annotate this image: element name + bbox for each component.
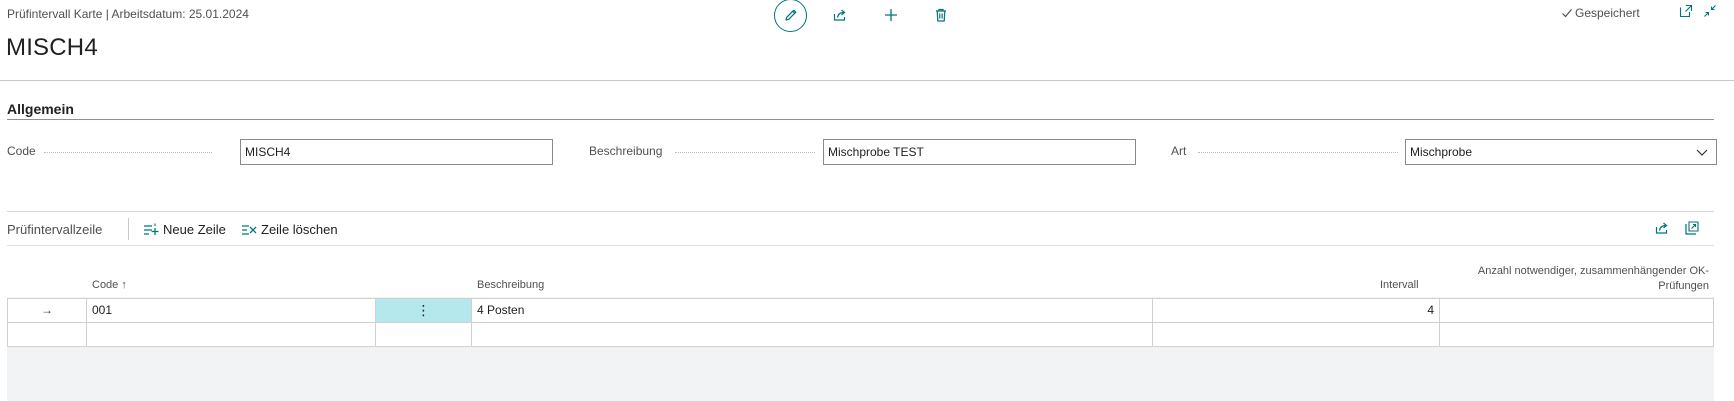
column-header-required-ok[interactable]: Anzahl notwendiger, zusammenhängender OK… bbox=[1409, 264, 1709, 294]
pencil-icon bbox=[784, 9, 796, 21]
description-field[interactable]: Mischprobe TEST bbox=[823, 139, 1136, 165]
type-select[interactable]: Mischprobe bbox=[1405, 139, 1717, 165]
share-button[interactable] bbox=[828, 3, 852, 27]
toolbar-separator bbox=[128, 218, 129, 240]
row-marker-icon: → bbox=[7, 298, 87, 323]
delete-button[interactable] bbox=[929, 3, 953, 27]
column-header-code[interactable]: Code ↑ bbox=[92, 279, 127, 291]
type-select-value: Mischprobe bbox=[1410, 145, 1473, 159]
header-divider bbox=[0, 80, 1734, 81]
saved-label: Gespeichert bbox=[1575, 6, 1640, 20]
row-marker bbox=[7, 322, 87, 347]
page-title: MISCH4 bbox=[6, 34, 98, 61]
cell-required-ok[interactable] bbox=[1440, 322, 1714, 347]
new-line-icon bbox=[144, 223, 159, 235]
cell-interval[interactable]: 4 bbox=[1153, 298, 1440, 323]
code-leader-dots bbox=[44, 152, 212, 153]
cell-interval[interactable] bbox=[1153, 322, 1440, 347]
plus-icon bbox=[885, 9, 897, 21]
cell-menu[interactable] bbox=[376, 322, 472, 347]
sort-ascending-icon: ↑ bbox=[121, 279, 127, 291]
checkmark-icon bbox=[1562, 9, 1572, 18]
section-underline bbox=[7, 119, 1714, 120]
open-new-window-icon[interactable] bbox=[1679, 4, 1693, 18]
cell-description[interactable] bbox=[472, 322, 1153, 347]
delete-line-icon bbox=[242, 224, 257, 235]
cell-code[interactable] bbox=[87, 322, 376, 347]
trash-icon bbox=[936, 8, 946, 22]
table-row[interactable]: → 001 ⋮ 4 Posten 4 bbox=[7, 298, 1714, 323]
lines-title[interactable]: Prüfintervallzeile bbox=[7, 222, 102, 237]
cell-description[interactable]: 4 Posten bbox=[472, 298, 1153, 323]
lines-toolbar-right bbox=[1654, 220, 1700, 236]
cell-code[interactable]: 001 bbox=[87, 298, 376, 323]
share-icon[interactable] bbox=[1654, 220, 1670, 236]
saved-status: Gespeichert bbox=[1561, 6, 1640, 20]
code-label: Code bbox=[7, 144, 36, 158]
chevron-down-icon bbox=[1696, 149, 1708, 156]
type-label: Art bbox=[1171, 144, 1187, 158]
section-divider bbox=[7, 211, 1714, 212]
section-title-general[interactable]: Allgemein bbox=[7, 101, 74, 117]
lines-toolbar-divider bbox=[7, 245, 1714, 246]
column-header-description[interactable]: Beschreibung bbox=[477, 279, 544, 291]
cell-required-ok[interactable] bbox=[1440, 298, 1714, 323]
delete-line-button[interactable]: Zeile löschen bbox=[241, 222, 338, 237]
delete-line-label: Zeile löschen bbox=[261, 222, 338, 237]
collapse-icon[interactable] bbox=[1703, 4, 1717, 18]
column-header-required-ok-line1: Anzahl notwendiger, zusammenhängender OK… bbox=[1477, 265, 1709, 277]
new-line-button[interactable]: Neue Zeile bbox=[143, 222, 226, 237]
type-leader-dots bbox=[1198, 152, 1398, 153]
share-icon bbox=[833, 9, 846, 21]
edit-button[interactable] bbox=[774, 0, 807, 32]
table-row[interactable] bbox=[7, 322, 1714, 347]
page-actions bbox=[767, 0, 953, 32]
expand-icon[interactable] bbox=[1684, 220, 1700, 236]
code-field[interactable]: MISCH4 bbox=[240, 139, 553, 165]
description-label: Beschreibung bbox=[589, 144, 663, 158]
description-leader-dots bbox=[675, 152, 815, 153]
breadcrumb: Prüfintervall Karte | Arbeitsdatum: 25.0… bbox=[7, 7, 249, 21]
column-header-required-ok-line2: Prüfungen bbox=[1658, 280, 1709, 292]
window-controls bbox=[1679, 4, 1717, 18]
column-header-code-label: Code bbox=[92, 279, 119, 291]
new-button[interactable] bbox=[879, 3, 903, 27]
row-menu-icon[interactable]: ⋮ bbox=[376, 298, 472, 323]
new-line-label: Neue Zeile bbox=[163, 222, 226, 237]
